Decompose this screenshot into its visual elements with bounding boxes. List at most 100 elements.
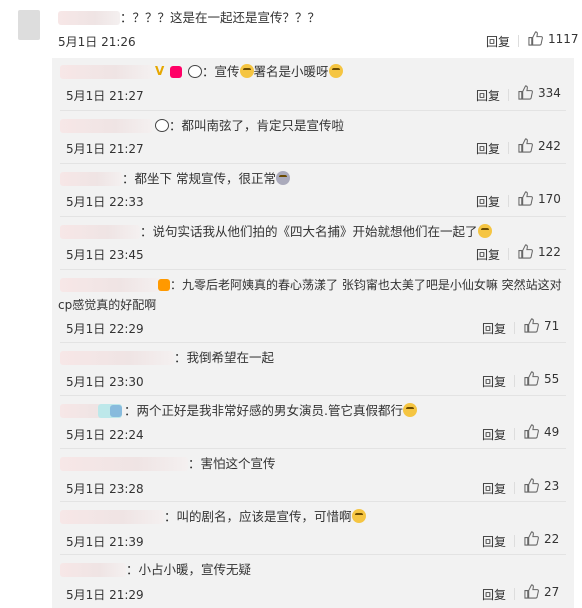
reply-timestamp: 5月1日 22:29 bbox=[66, 322, 144, 336]
reply-text: ：都坐下 常规宣传，很正常 bbox=[122, 171, 290, 187]
username-blurred[interactable] bbox=[60, 351, 174, 365]
reply-text: ：我倒希望在一起 bbox=[174, 350, 275, 365]
username-blurred[interactable] bbox=[58, 11, 120, 25]
emoji-icon bbox=[239, 64, 254, 78]
reply-item: ：都坐下 常规宣传，很正常 5月1日 22:33 回复 170 bbox=[52, 164, 574, 217]
reply-button[interactable]: 回复 bbox=[476, 193, 500, 210]
reply-timestamp: 5月1日 21:39 bbox=[66, 535, 144, 549]
like-button[interactable]: 71 bbox=[524, 318, 559, 333]
username-blurred[interactable] bbox=[60, 278, 160, 292]
like-button[interactable]: 55 bbox=[524, 371, 559, 386]
reply-timestamp: 5月1日 21:29 bbox=[66, 588, 144, 602]
reply-button[interactable]: 回复 bbox=[476, 87, 500, 104]
reply-button[interactable]: 回复 bbox=[482, 426, 506, 443]
emoji-icon bbox=[402, 403, 417, 417]
reply-item: ：说句实话我从他们拍的《四大名捕》开始就想他们在一起了 5月1日 23:45 回… bbox=[52, 217, 574, 270]
thumbs-up-icon bbox=[524, 584, 539, 599]
username-blurred[interactable] bbox=[60, 119, 152, 133]
reply-button[interactable]: 回复 bbox=[482, 373, 506, 390]
reply-item: ：九零后老阿姨真的春心荡漾了 张钧甯也太美了吧是小仙女嘛 突然站这对 cp感觉真… bbox=[52, 270, 574, 343]
thumbs-up-icon bbox=[518, 191, 533, 206]
reply-button[interactable]: 回复 bbox=[476, 246, 500, 263]
reply-item: V ：宣传 署名是小暖呀 5月1日 21:27 回复 334 bbox=[52, 58, 574, 111]
reply-text: ：宣传 署名是小暖呀 bbox=[202, 64, 343, 80]
member-badge bbox=[110, 405, 122, 417]
separator bbox=[508, 248, 509, 260]
separator bbox=[514, 535, 515, 547]
reply-list: V ：宣传 署名是小暖呀 5月1日 21:27 回复 334 ：都叫南弦了，肯定只… bbox=[52, 58, 574, 608]
like-button[interactable]: 49 bbox=[524, 424, 559, 439]
main-comment: ：？？？这是在一起还是宣传？？？ 5月1日 21:26 回复 1117 bbox=[0, 0, 582, 60]
like-count: 1117 bbox=[548, 31, 579, 46]
thumbs-up-icon bbox=[518, 85, 533, 100]
reply-item: ：我倒希望在一起 5月1日 23:30 回复 55 bbox=[52, 343, 574, 396]
reply-item: ：都叫南弦了，肯定只是宣传啦 5月1日 21:27 回复 242 bbox=[52, 111, 574, 164]
like-button[interactable]: 23 bbox=[524, 478, 559, 493]
separator bbox=[508, 89, 509, 101]
thumbs-up-icon bbox=[524, 318, 539, 333]
reply-timestamp: 5月1日 22:33 bbox=[66, 195, 144, 209]
like-count: 23 bbox=[544, 478, 560, 493]
reply-text-continued: cp感觉真的好配啊 bbox=[58, 298, 157, 312]
like-button[interactable]: 27 bbox=[524, 584, 559, 599]
reply-button[interactable]: 回复 bbox=[476, 140, 500, 157]
like-count: 55 bbox=[544, 371, 560, 386]
reply-item: ：叫的剧名，应该是宣传，可惜啊 5月1日 21:39 回复 22 bbox=[52, 502, 574, 555]
username-blurred[interactable] bbox=[60, 172, 122, 186]
reply-text: ：都叫南弦了，肯定只是宣传啦 bbox=[169, 118, 345, 133]
reply-button[interactable]: 回复 bbox=[482, 480, 506, 497]
username-blurred[interactable] bbox=[60, 457, 188, 471]
separator bbox=[514, 322, 515, 334]
panda-icon bbox=[155, 119, 169, 132]
reply-text: ：害怕这个宣传 bbox=[188, 456, 276, 471]
reply-text: ：说句实话我从他们拍的《四大名捕》开始就想他们在一起了 bbox=[140, 224, 492, 240]
reply-timestamp: 5月1日 23:30 bbox=[66, 375, 144, 389]
reply-text: ：小占小暖，宣传无疑 bbox=[126, 562, 252, 577]
separator bbox=[508, 195, 509, 207]
reply-item: ：两个正好是我非常好感的男女演员.管它真假都行 5月1日 22:24 回复 49 bbox=[52, 396, 574, 449]
like-count: 334 bbox=[538, 85, 561, 100]
reply-button[interactable]: 回复 bbox=[482, 533, 506, 550]
like-button[interactable]: 22 bbox=[524, 531, 559, 546]
like-button[interactable]: 170 bbox=[518, 191, 561, 206]
panda-icon bbox=[188, 65, 202, 78]
thumbs-up-icon bbox=[524, 531, 539, 546]
separator bbox=[514, 482, 515, 494]
verified-badge: V bbox=[155, 64, 165, 78]
reply-timestamp: 5月1日 23:45 bbox=[66, 248, 144, 262]
thumbs-up-icon bbox=[524, 478, 539, 493]
username-blurred[interactable] bbox=[60, 225, 140, 239]
reply-text: ：叫的剧名，应该是宣传，可惜啊 bbox=[164, 509, 366, 525]
reply-button[interactable]: 回复 bbox=[482, 320, 506, 337]
avatar[interactable] bbox=[18, 10, 40, 40]
like-count: 49 bbox=[544, 424, 560, 439]
reply-timestamp: 5月1日 23:28 bbox=[66, 482, 144, 496]
thumbs-up-icon bbox=[524, 424, 539, 439]
like-button[interactable]: 334 bbox=[518, 85, 561, 100]
emoji-icon bbox=[275, 171, 290, 185]
separator bbox=[508, 142, 509, 154]
like-count: 71 bbox=[544, 318, 560, 333]
reply-item: ：小占小暖，宣传无疑 5月1日 21:29 回复 27 bbox=[52, 555, 574, 608]
like-count: 22 bbox=[544, 531, 560, 546]
like-button[interactable]: 122 bbox=[518, 244, 561, 259]
reply-button[interactable]: 回复 bbox=[482, 586, 506, 603]
comment-timestamp: 5月1日 21:26 bbox=[58, 35, 136, 49]
like-button[interactable]: 242 bbox=[518, 138, 561, 153]
separator bbox=[518, 35, 519, 47]
reply-text: ：九零后老阿姨真的春心荡漾了 张钧甯也太美了吧是小仙女嘛 突然站这对 bbox=[170, 278, 562, 292]
emoji-icon bbox=[351, 509, 366, 523]
separator bbox=[514, 428, 515, 440]
member-badge bbox=[170, 66, 182, 78]
like-count: 242 bbox=[538, 138, 561, 153]
reply-text: ：两个正好是我非常好感的男女演员.管它真假都行 bbox=[124, 403, 417, 419]
separator bbox=[514, 375, 515, 387]
member-badge bbox=[158, 279, 170, 291]
username-blurred[interactable] bbox=[60, 563, 126, 577]
reply-button[interactable]: 回复 bbox=[486, 33, 510, 50]
reply-item: ：害怕这个宣传 5月1日 23:28 回复 23 bbox=[52, 449, 574, 502]
username-blurred[interactable] bbox=[60, 510, 164, 524]
thumbs-up-icon bbox=[518, 244, 533, 259]
username-blurred[interactable] bbox=[60, 65, 152, 79]
like-button[interactable]: 1117 bbox=[528, 31, 579, 46]
